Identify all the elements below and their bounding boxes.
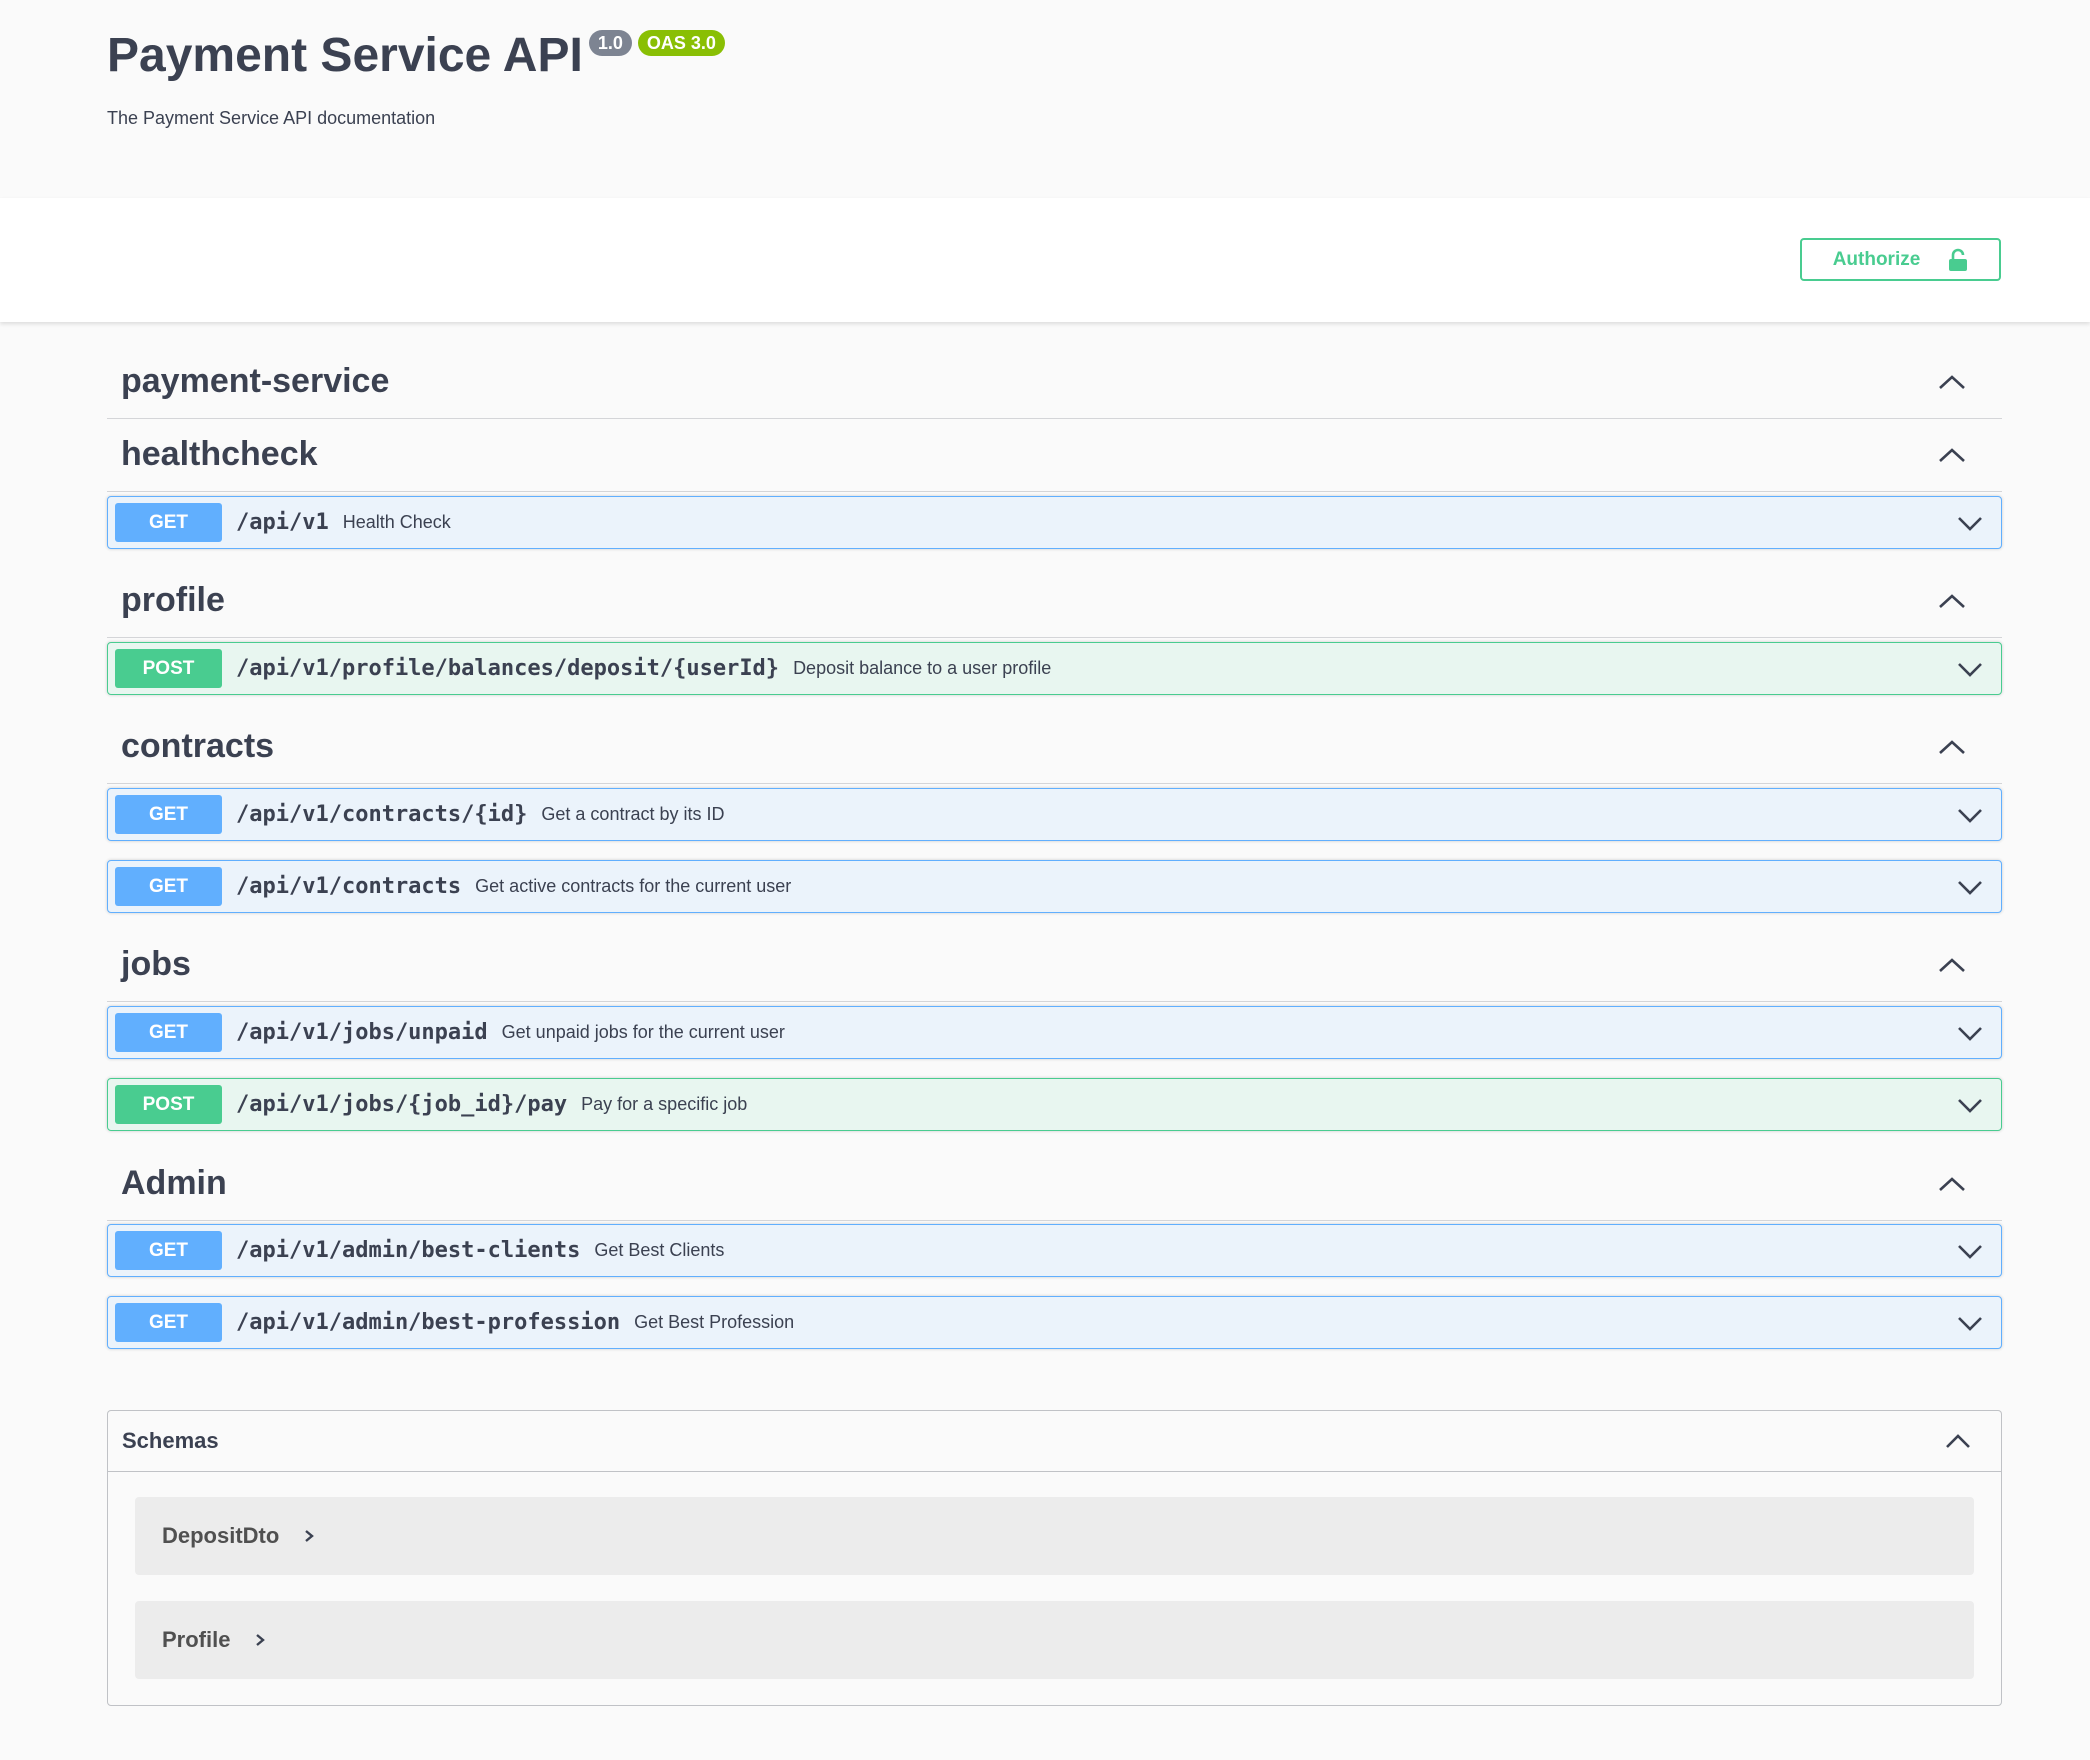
chevron-up-icon bbox=[1946, 1434, 1970, 1448]
method-badge: GET bbox=[115, 1231, 222, 1270]
operation-path: /api/v1 bbox=[236, 510, 329, 535]
page-title: Payment Service API bbox=[107, 29, 583, 82]
chevron-down-icon bbox=[1958, 516, 1982, 531]
chevron-down-icon bbox=[1958, 1316, 1982, 1331]
operation-summary: Pay for a specific job bbox=[581, 1094, 748, 1114]
operation-summary: Health Check bbox=[342, 512, 451, 532]
operation-get[interactable]: GET/api/v1/jobs/unpaid Get unpaid jobs fo… bbox=[107, 1006, 2002, 1059]
chevron-right-icon bbox=[305, 1530, 315, 1542]
tag-section-payment-service[interactable]: payment-service bbox=[107, 345, 2002, 419]
api-description: The Payment Service API documentation bbox=[107, 108, 436, 128]
operation-get[interactable]: GET/api/v1/contracts Get active contracts… bbox=[107, 860, 2002, 913]
tag-name: Admin bbox=[121, 1164, 227, 1202]
schemas-header[interactable]: Schemas bbox=[108, 1411, 2001, 1472]
operation-get[interactable]: GET/api/v1/admin/best-profession Get Best… bbox=[107, 1296, 2002, 1349]
schema-name: Profile bbox=[162, 1627, 231, 1652]
operation-summary: Get Best Profession bbox=[634, 1312, 795, 1332]
operation-summary: Get active contracts for the current use… bbox=[475, 876, 792, 896]
tag-name: payment-service bbox=[121, 362, 390, 400]
authorize-label: Authorize bbox=[1832, 248, 1921, 270]
tag-name: jobs bbox=[121, 945, 191, 983]
schema-item-depositdto[interactable]: DepositDto bbox=[135, 1497, 1974, 1575]
version-badge: 1.0 bbox=[588, 30, 632, 56]
operation-path: /api/v1/admin/best-profession bbox=[236, 1310, 621, 1335]
operation-summary: Deposit balance to a user profile bbox=[793, 658, 1052, 678]
method-badge: GET bbox=[115, 867, 222, 906]
operation-path: /api/v1/contracts/{id} bbox=[236, 802, 528, 827]
operation-path: /api/v1/jobs/{job_id}/pay bbox=[236, 1092, 568, 1117]
schema-name: DepositDto bbox=[162, 1523, 280, 1548]
method-badge: GET bbox=[115, 503, 222, 542]
chevron-down-icon bbox=[1958, 662, 1982, 677]
schemas-title: Schemas bbox=[122, 1428, 219, 1453]
chevron-down-icon bbox=[1958, 880, 1982, 895]
tag-name: healthcheck bbox=[121, 435, 318, 473]
operation-summary: Get unpaid jobs for the current user bbox=[501, 1022, 785, 1042]
tag-section-profile[interactable]: profile bbox=[107, 564, 2002, 638]
operation-get[interactable]: GET/api/v1/admin/best-clients Get Best Cl… bbox=[107, 1224, 2002, 1277]
scheme-container: Authorize bbox=[0, 198, 2090, 322]
operation-summary: Get a contract by its ID bbox=[541, 804, 725, 824]
tag-section-admin[interactable]: Admin bbox=[107, 1147, 2002, 1221]
oas-badge: OAS 3.0 bbox=[637, 30, 725, 56]
schema-item-profile[interactable]: Profile bbox=[135, 1601, 1974, 1679]
operation-get[interactable]: GET/api/v1 Health Check bbox=[107, 496, 2002, 549]
tag-name: contracts bbox=[121, 727, 275, 765]
operation-post[interactable]: POST/api/v1/profile/balances/deposit/{us… bbox=[107, 642, 2002, 695]
method-badge: GET bbox=[115, 1013, 222, 1052]
chevron-right-icon bbox=[256, 1634, 266, 1646]
lock-icon bbox=[1948, 248, 1968, 272]
operation-path: /api/v1/admin/best-clients bbox=[236, 1238, 581, 1263]
method-badge: GET bbox=[115, 795, 222, 834]
chevron-down-icon bbox=[1958, 1098, 1982, 1113]
tag-section-jobs[interactable]: jobs bbox=[107, 928, 2002, 1002]
chevron-up-icon bbox=[1939, 593, 1965, 608]
chevron-up-icon bbox=[1939, 374, 1965, 389]
method-badge: GET bbox=[115, 1303, 222, 1342]
operation-post[interactable]: POST/api/v1/jobs/{job_id}/pay Pay for a s… bbox=[107, 1078, 2002, 1131]
chevron-up-icon bbox=[1939, 1176, 1965, 1191]
title-row: Payment Service API 1.0 OAS 3.0 bbox=[107, 26, 725, 86]
info-header: Payment Service API 1.0 OAS 3.0 The Paym… bbox=[0, 0, 2090, 198]
tag-section-healthcheck[interactable]: healthcheck bbox=[107, 418, 2002, 492]
chevron-down-icon bbox=[1958, 808, 1982, 823]
method-badge: POST bbox=[115, 649, 222, 688]
tag-name: profile bbox=[121, 581, 225, 619]
method-badge: POST bbox=[115, 1085, 222, 1124]
operation-path: /api/v1/jobs/unpaid bbox=[236, 1020, 488, 1045]
tag-section-contracts[interactable]: contracts bbox=[107, 710, 2002, 784]
operation-path: /api/v1/profile/balances/deposit/{userId… bbox=[236, 656, 780, 681]
operation-path: /api/v1/contracts bbox=[236, 874, 462, 899]
operation-get[interactable]: GET/api/v1/contracts/{id} Get a contract … bbox=[107, 788, 2002, 841]
authorize-button[interactable]: Authorize bbox=[1800, 238, 2001, 281]
chevron-down-icon bbox=[1958, 1244, 1982, 1259]
chevron-up-icon bbox=[1939, 447, 1965, 462]
schemas-section: Schemas DepositDto Profile bbox=[107, 1410, 2002, 1706]
chevron-down-icon bbox=[1958, 1026, 1982, 1041]
chevron-up-icon bbox=[1939, 957, 1965, 972]
operation-summary: Get Best Clients bbox=[594, 1240, 725, 1260]
chevron-up-icon bbox=[1939, 739, 1965, 754]
